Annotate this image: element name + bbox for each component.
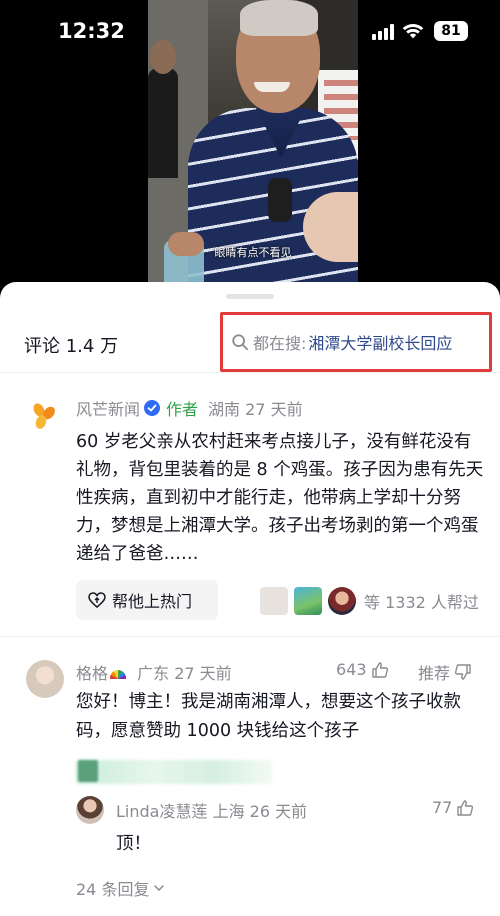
reply-location-time: 上海 26 天前 [212,802,308,821]
divider [0,372,500,373]
author-meta: 风芒新闻 作者 湖南 27 天前 [76,396,303,420]
helpers-count: 等 1332 人帮过 [364,593,479,612]
reply-text: 顶！ [116,834,151,854]
video-bystander [148,68,178,178]
helper-avatar [294,587,322,615]
video-man-smile [254,82,290,92]
reply-like-button[interactable]: 77 [432,798,474,817]
boost-hot-button[interactable]: 帮他上热门 [76,580,218,620]
post-text: 60 岁老父亲从农村赶来考点接儿子，没有鲜花没有礼物，背包里装着的是 8 个鸡蛋… [76,432,484,564]
replier-name[interactable]: Linda凌慧莲 [116,802,207,821]
video-player[interactable]: 眼睛有点不看见 12:32 81 [0,0,500,290]
chevron-down-icon [154,885,165,892]
comment-count: 评论 1.4 万 [24,336,119,357]
verified-badge-icon [144,400,161,416]
blurred-icon [78,760,98,782]
search-term[interactable]: 湘潭大学副校长回应 [308,330,452,354]
search-prefix: 都在搜: [253,334,307,353]
cellular-signal-icon [372,24,394,40]
comment-like-count: 643 [336,660,367,679]
commenter-name[interactable]: 格格 [76,664,108,683]
recommend-button[interactable]: 推荐 [418,660,472,684]
video-microphone [268,178,292,222]
sheet-drag-handle[interactable] [226,294,274,299]
author-avatar[interactable] [26,398,62,434]
rainbow-icon [110,670,127,679]
helpers-summary[interactable]: 等 1332 人帮过 [260,586,479,616]
expand-replies-button[interactable]: 24 条回复 [76,876,165,900]
search-icon [232,334,249,351]
author-name[interactable]: 风芒新闻 [76,396,140,420]
reply-meta: Linda凌慧莲 上海 26 天前 [116,798,307,822]
blurred-content [76,760,272,784]
thumbs-up-icon [457,799,474,816]
video-subtitle: 眼睛有点不看见 [214,246,292,259]
boost-hot-label: 帮他上热门 [112,592,193,611]
battery-indicator: 81 [434,21,468,41]
recommend-label: 推荐 [418,664,451,683]
status-time: 12:32 [58,19,125,43]
thumbs-down-icon [454,664,471,680]
comment-location-time: 广东 27 天前 [137,664,232,683]
wifi-icon [402,24,424,39]
comments-sheet: 评论 1.4 万 都在搜: 湘潭大学副校长回应 风芒新闻 作者 湖南 27 天前… [0,282,500,916]
trending-search-link[interactable]: 都在搜: 湘潭大学副校长回应 [220,312,492,372]
comment-text: 您好！博主！我是湖南湘潭人，想要这个孩子收款码，愿意赞助 1000 块钱给这个孩… [76,692,461,741]
comment-like-button[interactable]: 643 [336,660,389,679]
divider [0,636,500,637]
more-replies-label: 24 条回复 [76,880,150,899]
comments-header: 评论 1.4 万 都在搜: 湘潭大学副校长回应 [0,312,500,372]
heart-boost-icon [88,592,106,608]
reply-like-count: 77 [432,798,453,817]
author-tag: 作者 [166,400,199,419]
helper-avatar [328,587,356,615]
post-location-time: 湖南 27 天前 [208,400,303,419]
helper-avatar [260,587,288,615]
replier-avatar[interactable] [76,796,104,824]
thumbs-up-icon [371,661,388,678]
commenter-avatar[interactable] [26,660,64,698]
comment-meta: 格格 广东 27 天前 [76,660,232,684]
status-bar: 12:32 81 [0,0,500,64]
